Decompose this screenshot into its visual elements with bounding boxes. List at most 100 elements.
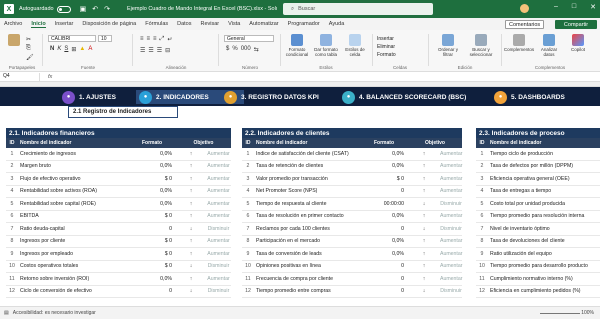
tab-programador[interactable]: Programador	[288, 21, 320, 27]
merge-icon[interactable]: ⊟	[165, 47, 170, 54]
save-icon[interactable]: ▣	[80, 5, 87, 13]
cell-styles-button[interactable]: Estilos de celda	[341, 34, 369, 57]
tab-automatizar[interactable]: Automatizar	[249, 21, 278, 27]
currency-icon[interactable]: $	[226, 46, 229, 53]
comments-button[interactable]: Comentarios	[505, 20, 545, 29]
undo-icon[interactable]: ↶	[92, 5, 98, 13]
table-row[interactable]: 1 Tiempo ciclo de producción	[476, 148, 600, 161]
decimals-icon[interactable]: ⇆	[254, 46, 259, 53]
thousands-icon[interactable]: 000	[241, 46, 251, 53]
table-row[interactable]: 7 Reclamos por cada 100 clientes 0 ↓ Disminu…	[242, 223, 462, 236]
redo-icon[interactable]: ↷	[104, 5, 110, 13]
font-name-select[interactable]: CALIBRI	[48, 35, 96, 42]
table-row[interactable]: 12 Tiempo promedio entre compras 0 ↓ Disminu…	[242, 286, 462, 298]
italic-icon[interactable]: K	[57, 46, 61, 53]
table-row[interactable]: 12 Eficiencia en cumplimiento pedidos (%)	[476, 286, 600, 298]
conditional-format-button[interactable]: Formato condicional	[283, 34, 311, 57]
align-left-icon[interactable]: ☰	[140, 47, 145, 54]
table-row[interactable]: 9 Tasa de conversión de leads 0,0% ↑ Aumenta…	[242, 248, 463, 261]
align-center-icon[interactable]: ☰	[148, 47, 153, 54]
tab-disposición-de-página[interactable]: Disposición de página	[82, 21, 136, 27]
tab-insertar[interactable]: Insertar	[55, 21, 74, 27]
table-row[interactable]: 2 Tasa de defectos por millón (DPPM)	[476, 161, 600, 173]
fx-icon[interactable]: fx	[48, 74, 52, 80]
format-as-table-button[interactable]: Dar formato como tabla	[312, 34, 340, 57]
table-row[interactable]: 3 Eficiencia operativa general (OEE)	[476, 173, 600, 186]
nav-item-5[interactable]: ● 5. DASHBOARDS	[494, 90, 594, 104]
table-row[interactable]: 6 Tasa de resolución en primer contacto 0,…	[242, 211, 463, 223]
percent-icon[interactable]: %	[232, 46, 237, 53]
table-row[interactable]: 7 Nivel de inventario óptimo	[476, 223, 600, 236]
tab-datos[interactable]: Datos	[177, 21, 191, 27]
sort-filter-button[interactable]: Ordenar y filtrar	[433, 34, 463, 57]
align-bottom-icon[interactable]: ≡	[153, 36, 157, 43]
table-row[interactable]: 4 Rentabilidad sobre activos (ROA) 0,0% ↑ Au…	[6, 186, 231, 198]
table-row[interactable]: 2 Margen bruto 0,0% ↑ Aumentar	[6, 161, 231, 173]
format-cells-button[interactable]: Formato	[377, 52, 396, 58]
share-button[interactable]: Compartir	[555, 20, 597, 29]
copy-icon[interactable]: ⎘	[26, 45, 31, 52]
autosave-toggle[interactable]	[56, 5, 71, 13]
close-icon[interactable]: ✕	[590, 3, 596, 11]
search-input[interactable]: ⌕ Buscar	[283, 3, 433, 15]
tab-fórmulas[interactable]: Fórmulas	[145, 21, 168, 27]
wrap-text-icon[interactable]: ↵	[167, 36, 172, 43]
align-right-icon[interactable]: ☰	[157, 47, 162, 54]
tab-archivo[interactable]: Archivo	[4, 21, 22, 27]
tab-revisar[interactable]: Revisar	[201, 21, 220, 27]
table-row[interactable]: 7 Ratio deuda-capital 0 ↓ Disminuir	[6, 223, 231, 236]
find-select-button[interactable]: Buscar y seleccionar	[465, 34, 497, 57]
table-row[interactable]: 10 Opiniones positivas en línea 0 ↑ Aumentar	[242, 261, 463, 273]
accessibility-status[interactable]: Accesibilidad: es necesario investigar	[13, 310, 96, 316]
align-middle-icon[interactable]: ≡	[147, 36, 151, 43]
table-row[interactable]: 8 Ingresos por cliente $ 0 ↑ Aumentar	[6, 236, 231, 248]
cut-icon[interactable]: ✂	[26, 36, 31, 43]
table-row[interactable]: 1 Crecimiento de ingresos 0,0% ↑ Aumentar	[6, 148, 231, 161]
table-row[interactable]: 11 Retorno sobre inversión (ROI) 0,0% ↑ Aume…	[6, 273, 231, 286]
minimize-icon[interactable]: –	[554, 3, 558, 11]
delete-cells-button[interactable]: Eliminar	[377, 44, 395, 50]
zoom-level[interactable]: 100%	[581, 310, 594, 316]
table-row[interactable]: 12 Ciclo de conversión de efectivo 0 ↓ Dismi…	[6, 286, 231, 298]
bold-icon[interactable]: N	[50, 46, 54, 53]
maximize-icon[interactable]: □	[572, 3, 576, 11]
table-row[interactable]: 11 Frecuencia de compra por cliente 0 ↑ Aume…	[242, 273, 463, 286]
insert-cells-button[interactable]: Insertar	[377, 36, 394, 42]
table-row[interactable]: 10 Tiempo promedio para desarrollo produc…	[476, 261, 600, 273]
font-color-icon[interactable]: A	[88, 46, 92, 53]
table-row[interactable]: 5 Rentabilidad sobre capital (ROE) 0,0% ↑ Au…	[6, 198, 231, 211]
table-row[interactable]: 8 Participación en el mercado 0,0% ↑ Aumenta…	[242, 236, 463, 248]
table-row[interactable]: 6 Tiempo promedio para resolución interna	[476, 211, 600, 223]
font-size-select[interactable]: 10	[98, 35, 112, 42]
zoom-slider[interactable]	[540, 313, 580, 314]
analyze-data-button[interactable]: Analizar datos	[535, 34, 563, 57]
addins-button[interactable]: Complementos	[504, 34, 534, 52]
table-row[interactable]: 3 Valor promedio por transacción $ 0 ↑ Aumen…	[242, 173, 463, 186]
table-row[interactable]: 1 Índice de satisfacción del cliente (CSA…	[242, 148, 463, 161]
table-row[interactable]: 4 Tasa de entregas a tiempo	[476, 186, 600, 198]
tab-ayuda[interactable]: Ayuda	[329, 21, 345, 27]
table-row[interactable]: 6 EBITDA $ 0 ↑ Aumentar	[6, 211, 231, 223]
table-row[interactable]: 8 Tasa de devoluciones del cliente	[476, 236, 600, 248]
orientation-icon[interactable]: ⤢	[160, 36, 165, 43]
borders-icon[interactable]: ⊞	[71, 46, 76, 53]
table-row[interactable]: 2 Tasa de retención de clientes 0,0% ↑ Aumen…	[242, 161, 463, 173]
table-row[interactable]: 11 Cumplimiento normativo interno (%)	[476, 273, 600, 286]
subtab-registro[interactable]: 2.1 Registro de Indicadores	[68, 106, 178, 118]
table-row[interactable]: 5 Costo total por unidad producida	[476, 198, 600, 211]
fill-color-icon[interactable]: ▲	[79, 46, 85, 53]
underline-icon[interactable]: S	[64, 46, 68, 53]
table-row[interactable]: 3 Flujo de efectivo operativo $ 0 ↑ Aumentar	[6, 173, 231, 186]
nav-item-4[interactable]: ● 4. BALANCED SCORECARD (BSC)	[342, 90, 492, 104]
nav-item-3[interactable]: ● 3. REGISTRO DATOS KPI	[224, 90, 342, 104]
table-row[interactable]: 4 Net Promoter Score (NPS) 0 ↑ Aumentar	[242, 186, 463, 198]
tab-vista[interactable]: Vista	[228, 21, 240, 27]
table-row[interactable]: 10 Costos operativos totales $ 0 ↓ Disminuir	[6, 261, 231, 273]
table-row[interactable]: 9 Ratio utilización del equipo	[476, 248, 600, 261]
table-row[interactable]: 9 Ingresos por empleado $ 0 ↑ Aumentar	[6, 248, 231, 261]
table-row[interactable]: 5 Tiempo de respuesta al cliente 00:00:00 ↓…	[242, 198, 462, 211]
align-top-icon[interactable]: ≡	[140, 36, 144, 43]
format-painter-icon[interactable]: 🖌	[26, 54, 34, 61]
name-box[interactable]: Q4	[0, 72, 40, 81]
avatar[interactable]	[520, 4, 529, 13]
